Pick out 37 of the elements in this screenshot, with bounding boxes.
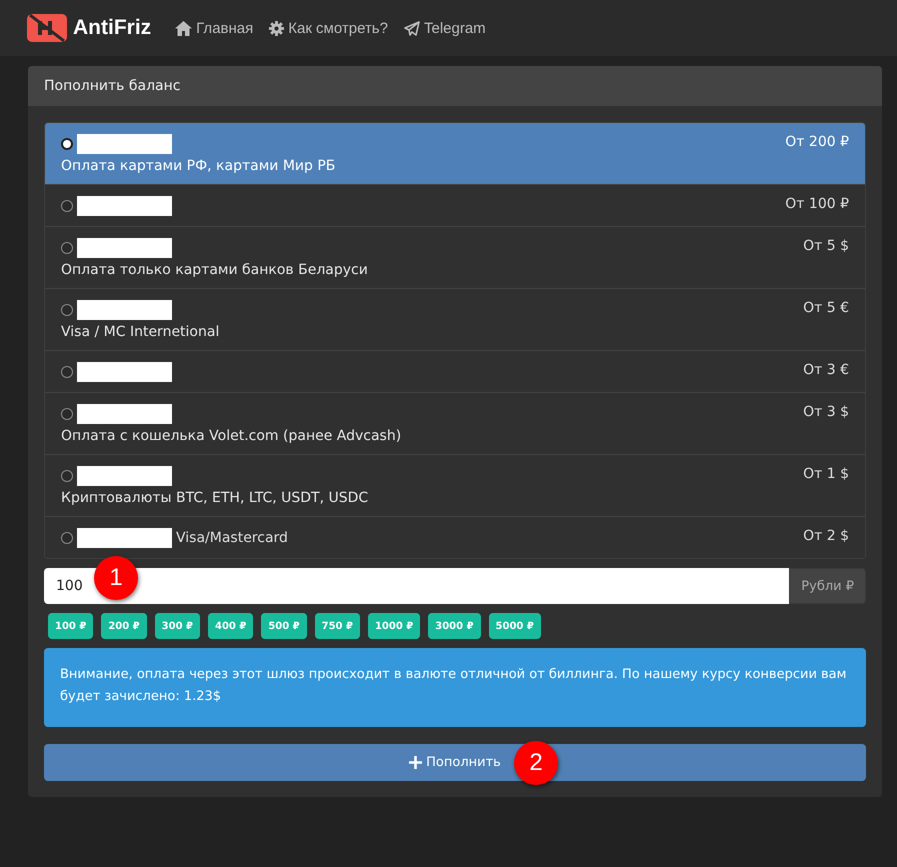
- home-icon: [175, 20, 192, 36]
- step-marker: 2: [514, 741, 558, 785]
- nav-link[interactable]: Как смотреть?: [269, 20, 388, 36]
- minimum-amount: От 2 $: [803, 528, 849, 546]
- method-description: Оплата только картами банков Беларуси: [61, 262, 368, 278]
- minimum-amount: От 3 €: [803, 362, 849, 380]
- nav-link[interactable]: Главная: [175, 20, 254, 36]
- minimum-amount: От 200 ₽: [785, 134, 849, 152]
- method-description: Криптовалюты BTC, ETH, LTC, USDT, USDC: [61, 490, 368, 506]
- gear-icon: [269, 20, 284, 36]
- radio-button[interactable]: [61, 470, 73, 482]
- radio-button[interactable]: [61, 532, 73, 544]
- minimum-amount: От 5 €: [803, 300, 849, 318]
- nav-link[interactable]: Telegram: [404, 20, 486, 36]
- radio-button[interactable]: [61, 304, 73, 316]
- method-name: Visa/Mastercard: [176, 530, 288, 546]
- brand-name[interactable]: AntiFriz: [73, 16, 152, 40]
- method-description: Оплата картами РФ, картами Мир РБ: [61, 158, 336, 174]
- radio-button[interactable]: [61, 242, 73, 254]
- currency-addon: Рубли ₽: [789, 568, 866, 604]
- panel-title: Пополнить баланс: [44, 78, 180, 94]
- logo-icon[interactable]: [27, 14, 67, 42]
- minimum-amount: От 3 $: [803, 404, 849, 422]
- alert-text: Внимание, оплата через этот шлюз происходит в валюте отличной от биллинга. По нашему курсу конверсии вам будет зачислено: 1.23$: [60, 667, 846, 704]
- radio-button[interactable]: [61, 408, 73, 420]
- plus-icon: [409, 756, 422, 769]
- method-description: Оплата с кошелька Volet.com (ранее Advcash): [61, 428, 402, 444]
- minimum-amount: От 1 $: [803, 466, 849, 484]
- minimum-amount: От 5 $: [803, 238, 849, 256]
- radio-button[interactable]: [61, 138, 73, 150]
- radio-button[interactable]: [61, 366, 73, 378]
- minimum-amount: От 100 ₽: [785, 196, 849, 214]
- payment-method-item[interactable]: Visa/Mastercard От 2 $: [45, 516, 865, 558]
- payment-method-item[interactable]: Оплата картами РФ, картами Мир РБ От 200 ₽: [45, 123, 865, 184]
- method-description: Visa / MC Internetional: [61, 324, 220, 340]
- radio-button[interactable]: [61, 200, 73, 212]
- paper-plane-icon: [404, 20, 420, 36]
